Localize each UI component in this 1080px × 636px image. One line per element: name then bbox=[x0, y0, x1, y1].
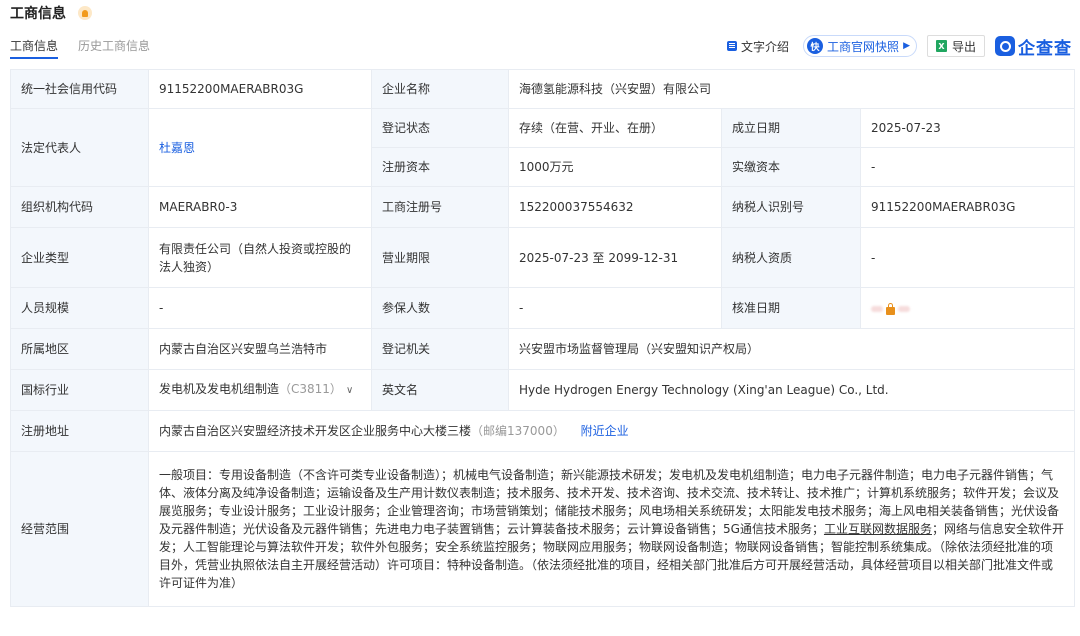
reg-capital-value: 1000万元 bbox=[508, 147, 722, 187]
established-label: 成立日期 bbox=[721, 108, 861, 148]
text-intro-label: 文字介绍 bbox=[741, 39, 790, 54]
table-row: 组织机构代码 MAERABR0-3 工商注册号 152200037554632 … bbox=[10, 186, 1076, 228]
table-row: 经营范围 一般项目：专用设备制造（不含许可类专业设备制造）；机械电气设备制造；新… bbox=[10, 451, 1076, 607]
insured-label: 参保人数 bbox=[371, 287, 509, 329]
established-value: 2025-07-23 bbox=[859, 108, 1076, 148]
snapshot-icon: 快 bbox=[807, 38, 824, 54]
caret-right-icon: ▶ bbox=[903, 41, 910, 51]
org-code-label: 组织机构代码 bbox=[10, 186, 149, 228]
biz-term-label: 营业期限 bbox=[371, 227, 509, 288]
nearby-companies-link[interactable]: 附近企业 bbox=[581, 424, 629, 438]
taxpayer-id-value: 91152200MAERABR03G bbox=[859, 186, 1076, 228]
table-row: 国标行业 发电机及发电机组制造（C3811） ∨ 英文名 Hyde Hydroge… bbox=[10, 369, 1076, 411]
biz-reg-no-value: 152200037554632 bbox=[508, 186, 722, 228]
address-value: 内蒙古自治区兴安盟经济技术开发区企业服务中心大楼三楼（邮编137000） 附近企… bbox=[147, 410, 1076, 452]
address-text: 内蒙古自治区兴安盟经济技术开发区企业服务中心大楼三楼 bbox=[159, 424, 472, 438]
locked-value[interactable] bbox=[871, 303, 910, 315]
snapshot-button[interactable]: 快 工商官网快照 ▶ bbox=[803, 35, 917, 57]
company-type-value: 有限责任公司（自然人投资或控股的法人独资） bbox=[148, 227, 372, 288]
company-name-label: 企业名称 bbox=[371, 69, 509, 109]
logo-text: 企查查 bbox=[1018, 38, 1072, 59]
snapshot-label: 工商官网快照 bbox=[827, 39, 900, 54]
tab-bar: 工商信息 历史工商信息 bbox=[10, 35, 170, 59]
credit-code-label: 统一社会信用代码 bbox=[10, 69, 149, 109]
paid-capital-label: 实缴资本 bbox=[721, 147, 861, 187]
industry-name: 发电机及发电机组制造 bbox=[159, 382, 280, 396]
reg-authority-value: 兴安盟市场监督管理局（兴安盟知识产权局） bbox=[507, 328, 1076, 370]
qichacha-logo: 企查查 bbox=[995, 34, 1072, 59]
table-row: 人员规模 - 参保人数 - 核准日期 bbox=[10, 287, 1076, 329]
industry-label: 国标行业 bbox=[10, 369, 149, 411]
table-row: 法定代表人 杜嘉恩 登记状态 存续（在营、开业、在册） 成立日期 2025-07… bbox=[10, 108, 1076, 187]
reg-status-value: 存续（在营、开业、在册） bbox=[508, 108, 722, 148]
company-type-label: 企业类型 bbox=[10, 227, 149, 288]
credit-code-value: 91152200MAERABR03G bbox=[148, 69, 372, 109]
region-value: 内蒙古自治区兴安盟乌兰浩特市 bbox=[148, 328, 372, 370]
biz-term-value: 2025-07-23 至 2099-12-31 bbox=[508, 227, 722, 288]
industry-code: （C3811） bbox=[279, 382, 342, 396]
logo-mark-icon bbox=[995, 36, 1015, 56]
scope-underlined-text: 工业互联网数据服务 bbox=[823, 522, 932, 536]
paid-capital-value: - bbox=[859, 147, 1076, 187]
reg-status-label: 登记状态 bbox=[371, 108, 509, 148]
industry-value[interactable]: 发电机及发电机组制造（C3811） ∨ bbox=[148, 369, 372, 411]
address-label: 注册地址 bbox=[10, 410, 149, 452]
reg-authority-label: 登记机关 bbox=[371, 328, 509, 370]
taxpayer-qual-value: - bbox=[859, 227, 1076, 288]
table-row: 企业类型 有限责任公司（自然人投资或控股的法人独资） 营业期限 2025-07-… bbox=[10, 227, 1076, 288]
excel-icon: X bbox=[935, 40, 947, 52]
staff-size-label: 人员规模 bbox=[10, 287, 149, 329]
page-title: 工商信息 bbox=[10, 6, 66, 22]
page-header: 工商信息 bbox=[10, 3, 92, 23]
bell-icon[interactable] bbox=[78, 6, 92, 20]
company-name-value: 海德氢能源科技（兴安盟）有限公司 bbox=[507, 69, 1076, 109]
region-label: 所属地区 bbox=[10, 328, 149, 370]
table-row: 注册地址 内蒙古自治区兴安盟经济技术开发区企业服务中心大楼三楼（邮编137000… bbox=[10, 410, 1076, 452]
table-row: 所属地区 内蒙古自治区兴安盟乌兰浩特市 登记机关 兴安盟市场监督管理局（兴安盟知… bbox=[10, 328, 1076, 370]
lock-icon bbox=[886, 303, 895, 315]
biz-reg-no-label: 工商注册号 bbox=[371, 186, 509, 228]
legal-rep-link[interactable]: 杜嘉恩 bbox=[159, 141, 195, 155]
scope-value: 一般项目：专用设备制造（不含许可类专业设备制造）；机械电气设备制造；新兴能源技术… bbox=[147, 451, 1076, 607]
export-label: 导出 bbox=[951, 39, 976, 54]
text-intro-button[interactable]: 文字介绍 bbox=[727, 38, 789, 55]
approval-date-label: 核准日期 bbox=[721, 287, 861, 329]
taxpayer-qual-label: 纳税人资质 bbox=[721, 227, 861, 288]
document-icon bbox=[727, 41, 738, 51]
chevron-down-icon[interactable]: ∨ bbox=[346, 385, 353, 396]
table-row: 统一社会信用代码 91152200MAERABR03G 企业名称 海德氢能源科技… bbox=[10, 69, 1076, 109]
english-name-value: Hyde Hydrogen Energy Technology (Xing'an… bbox=[507, 369, 1076, 411]
taxpayer-id-label: 纳税人识别号 bbox=[721, 186, 861, 228]
legal-rep-label: 法定代表人 bbox=[10, 108, 149, 187]
approval-date-value[interactable] bbox=[859, 287, 1076, 329]
business-info-table: 统一社会信用代码 91152200MAERABR03G 企业名称 海德氢能源科技… bbox=[10, 69, 1076, 607]
org-code-value: MAERABR0-3 bbox=[148, 186, 372, 228]
postcode: （邮编137000） bbox=[471, 424, 565, 438]
toolbar: 文字介绍 快 工商官网快照 ▶ X 导出 企查查 bbox=[727, 34, 1072, 59]
reg-capital-label: 注册资本 bbox=[371, 147, 509, 187]
export-button[interactable]: X 导出 bbox=[926, 35, 985, 57]
tab-history-business-info[interactable]: 历史工商信息 bbox=[78, 35, 150, 59]
english-name-label: 英文名 bbox=[371, 369, 509, 411]
blurred-text bbox=[871, 306, 883, 312]
staff-size-value: - bbox=[148, 287, 372, 329]
tab-business-info[interactable]: 工商信息 bbox=[10, 35, 59, 59]
scope-label: 经营范围 bbox=[10, 451, 149, 607]
insured-value: - bbox=[508, 287, 722, 329]
blurred-text bbox=[898, 306, 910, 312]
